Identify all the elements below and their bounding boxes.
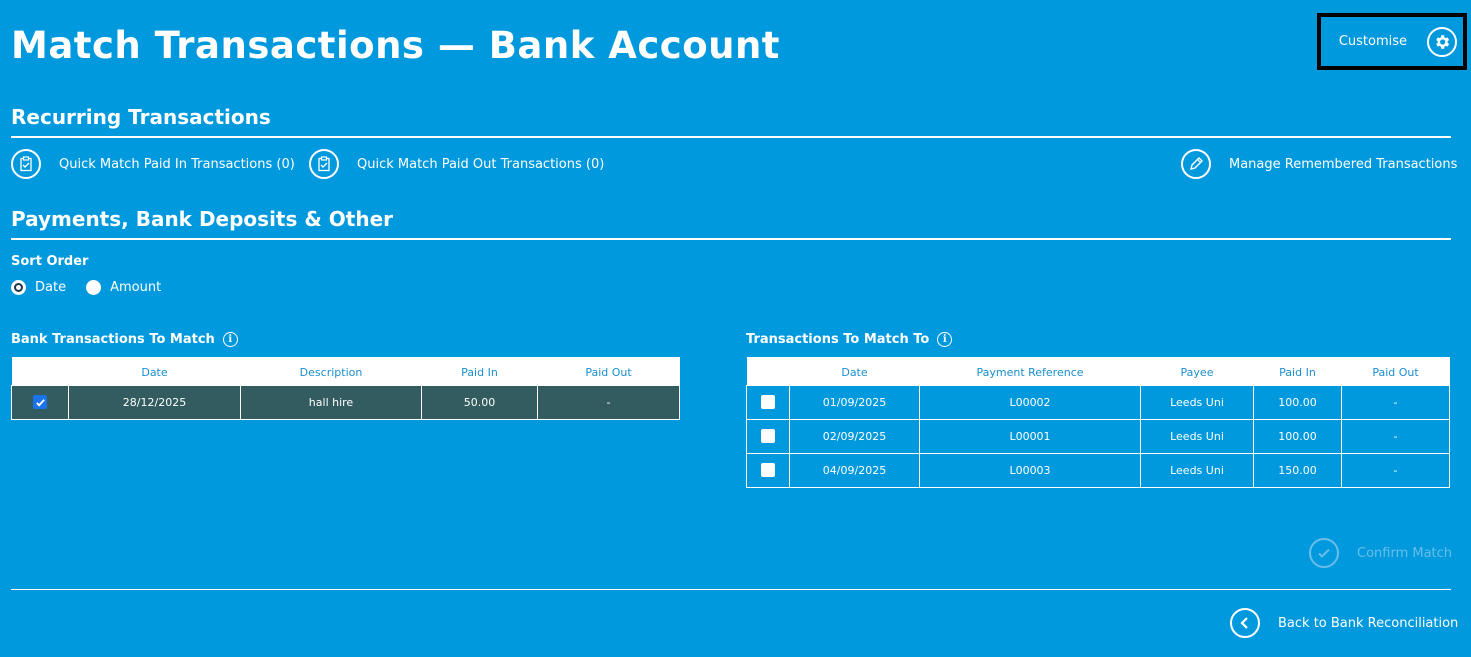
divider	[11, 238, 1451, 240]
chevron-left-icon	[1230, 608, 1260, 638]
quick-match-in-button[interactable]: Quick Match Paid In Transactions (0)	[11, 149, 295, 179]
sort-date-radio[interactable]	[11, 280, 26, 295]
date-cell: 28/12/2025	[68, 384, 241, 420]
confirm-match-button[interactable]: Confirm Match	[1309, 538, 1452, 568]
info-icon[interactable]: i	[222, 332, 238, 347]
divider	[11, 136, 1451, 138]
payee-cell: Leeds Uni	[1140, 452, 1254, 488]
customise-button[interactable]: Customise	[1317, 13, 1467, 70]
column-header-paid-in[interactable]: Paid In	[421, 357, 538, 385]
clipboard-check-icon	[11, 149, 41, 179]
divider	[11, 589, 1451, 590]
column-header-paid-out[interactable]: Paid Out	[537, 357, 680, 385]
row-checkbox[interactable]	[33, 395, 47, 409]
paid-in-cell: 100.00	[1253, 418, 1342, 454]
bank-transactions-table: Date Description Paid In Paid Out 28/12/…	[11, 357, 680, 420]
column-header-payee[interactable]: Payee	[1140, 357, 1254, 385]
row-checkbox[interactable]	[761, 463, 775, 477]
column-header-reference[interactable]: Payment Reference	[919, 357, 1141, 385]
page-title: Match Transactions — Bank Account	[11, 24, 780, 67]
info-icon[interactable]: i	[937, 332, 953, 347]
match-transactions-label: Transactions To Match To	[746, 332, 930, 347]
row-select-cell	[746, 384, 790, 420]
row-select-cell	[746, 452, 790, 488]
paid-in-cell: 100.00	[1253, 384, 1342, 420]
clipboard-check-icon	[309, 149, 339, 179]
table-row[interactable]: 04/09/2025 L00003 Leeds Uni 150.00 -	[746, 452, 1450, 488]
manage-remembered-button[interactable]: Manage Remembered Transactions	[1181, 149, 1457, 179]
column-header-select	[11, 357, 69, 385]
payments-title: Payments, Bank Deposits & Other	[11, 207, 393, 231]
table-row[interactable]: 28/12/2025 hall hire 50.00 -	[11, 384, 680, 420]
paid-out-cell: -	[1341, 384, 1450, 420]
bank-transactions-label: Bank Transactions To Match	[11, 332, 215, 347]
table-header-row: Date Payment Reference Payee Paid In Pai…	[746, 357, 1450, 385]
reference-cell: L00003	[919, 452, 1141, 488]
match-transactions-title: Transactions To Match To i	[746, 332, 953, 347]
date-cell: 02/09/2025	[789, 418, 920, 454]
paid-out-cell: -	[537, 384, 680, 420]
manage-remembered-label: Manage Remembered Transactions	[1229, 156, 1458, 172]
row-checkbox[interactable]	[761, 395, 775, 409]
description-cell: hall hire	[240, 384, 422, 420]
reference-cell: L00001	[919, 418, 1141, 454]
recurring-title: Recurring Transactions	[11, 105, 271, 129]
date-cell: 01/09/2025	[789, 384, 920, 420]
column-header-date[interactable]: Date	[68, 357, 241, 385]
sort-amount-radio[interactable]	[86, 280, 102, 295]
gear-icon	[1427, 26, 1457, 57]
sort-amount-label: Amount	[110, 280, 162, 295]
match-transactions-table: Date Payment Reference Payee Paid In Pai…	[746, 357, 1450, 488]
date-cell: 04/09/2025	[789, 452, 920, 488]
row-select-cell	[11, 384, 69, 420]
column-header-paid-out[interactable]: Paid Out	[1341, 357, 1450, 385]
paid-in-cell: 150.00	[1253, 452, 1342, 488]
column-header-date[interactable]: Date	[789, 357, 920, 385]
paid-out-cell: -	[1341, 452, 1450, 488]
bank-transactions-title: Bank Transactions To Match i	[11, 332, 238, 347]
reference-cell: L00002	[919, 384, 1141, 420]
back-to-reconciliation-button[interactable]: Back to Bank Reconciliation	[1230, 608, 1458, 638]
quick-match-in-label: Quick Match Paid In Transactions (0)	[59, 156, 295, 172]
row-checkbox[interactable]	[761, 429, 775, 443]
check-icon	[35, 398, 45, 407]
customise-label: Customise	[1338, 34, 1407, 49]
paid-out-cell: -	[1341, 418, 1450, 454]
quick-match-out-button[interactable]: Quick Match Paid Out Transactions (0)	[309, 149, 604, 179]
table-header-row: Date Description Paid In Paid Out	[11, 357, 680, 385]
back-to-reconciliation-label: Back to Bank Reconciliation	[1278, 615, 1459, 631]
confirm-match-label: Confirm Match	[1357, 545, 1453, 561]
quick-match-out-label: Quick Match Paid Out Transactions (0)	[357, 156, 605, 172]
row-select-cell	[746, 418, 790, 454]
column-header-select	[746, 357, 790, 385]
payee-cell: Leeds Uni	[1140, 418, 1254, 454]
sort-order-group: Date Amount	[11, 280, 181, 295]
checkmark-icon	[1309, 538, 1339, 568]
table-row[interactable]: 02/09/2025 L00001 Leeds Uni 100.00 -	[746, 418, 1450, 454]
column-header-paid-in[interactable]: Paid In	[1253, 357, 1342, 385]
paid-in-cell: 50.00	[421, 384, 538, 420]
sort-order-title: Sort Order	[11, 254, 89, 269]
table-row[interactable]: 01/09/2025 L00002 Leeds Uni 100.00 -	[746, 384, 1450, 420]
payee-cell: Leeds Uni	[1140, 384, 1254, 420]
sort-date-label: Date	[35, 280, 67, 295]
column-header-description[interactable]: Description	[240, 357, 422, 385]
edit-icon	[1181, 149, 1211, 179]
